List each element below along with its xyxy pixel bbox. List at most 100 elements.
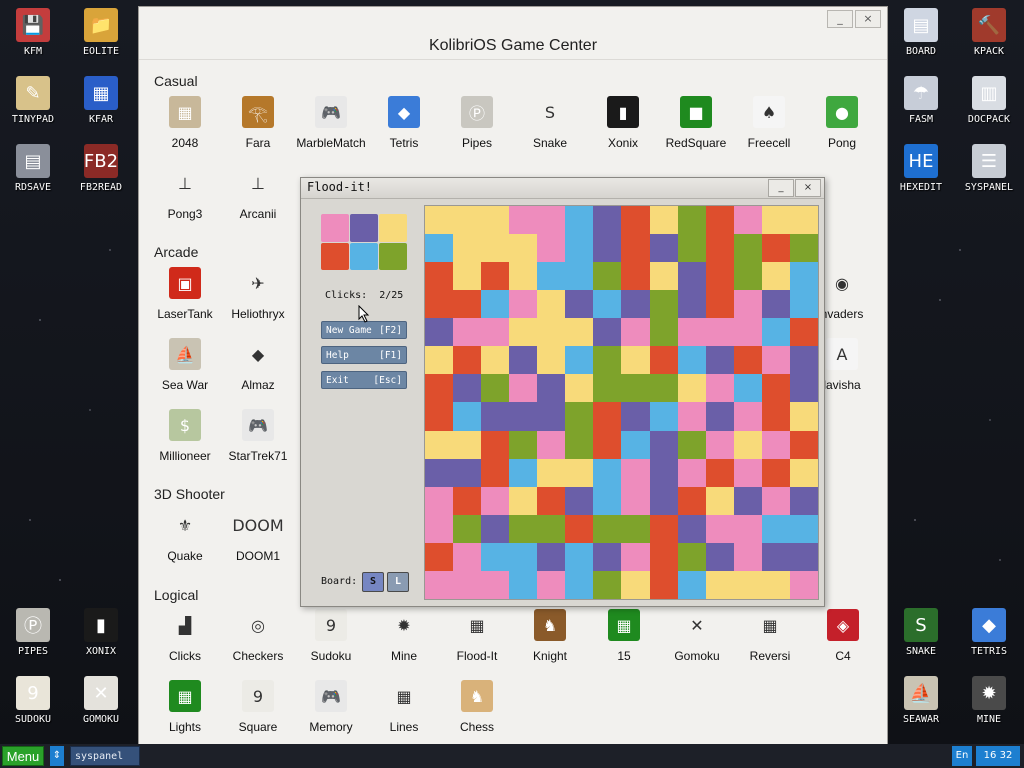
app-quake[interactable]: ⚜ Quake — [146, 509, 224, 563]
app-square[interactable]: 9 Square — [219, 680, 297, 734]
board-cell[interactable] — [509, 542, 538, 571]
desktop-icon-pipes[interactable]: Ⓟ PIPES — [3, 608, 63, 670]
app-snake[interactable]: S Snake — [511, 96, 589, 150]
board-cell[interactable] — [733, 346, 762, 375]
board-cell[interactable] — [621, 290, 650, 319]
board-cell[interactable] — [537, 458, 566, 487]
board-cell[interactable] — [761, 262, 790, 291]
language-indicator[interactable]: En — [952, 746, 972, 766]
board-cell[interactable] — [705, 234, 734, 263]
app-memory[interactable]: 🎮 Memory — [292, 680, 370, 734]
board-cell[interactable] — [677, 458, 706, 487]
board-cell[interactable] — [761, 374, 790, 403]
desktop-icon-fb2read[interactable]: FB2 FB2READ — [71, 144, 131, 206]
board-cell[interactable] — [733, 542, 762, 571]
app-gomoku[interactable]: ✕ Gomoku — [658, 609, 736, 663]
board-cell[interactable] — [593, 318, 622, 347]
board-cell[interactable] — [621, 374, 650, 403]
board-cell[interactable] — [789, 234, 818, 263]
app-millioneer[interactable]: $ Millioneer — [146, 409, 224, 463]
board-cell[interactable] — [677, 430, 706, 459]
board-cell[interactable] — [481, 234, 510, 263]
board-cell[interactable] — [509, 570, 538, 599]
board-cell[interactable] — [621, 514, 650, 543]
switch-windows-icon[interactable]: ⇕ — [50, 746, 64, 766]
board-cell[interactable] — [705, 346, 734, 375]
board-cell[interactable] — [705, 430, 734, 459]
palette-color-3[interactable] — [321, 242, 349, 270]
palette-color-0[interactable] — [321, 214, 349, 242]
board-cell[interactable] — [425, 234, 454, 263]
board-cell[interactable] — [789, 374, 818, 403]
board-cell[interactable] — [621, 486, 650, 515]
board-size-large-button[interactable]: L — [387, 572, 409, 592]
app-chess[interactable]: ♞ Chess — [438, 680, 516, 734]
board-cell[interactable] — [649, 402, 678, 431]
desktop-icon-kfar[interactable]: ▦ KFAR — [71, 76, 131, 138]
board-cell[interactable] — [453, 318, 482, 347]
board-cell[interactable] — [733, 486, 762, 515]
board-cell[interactable] — [621, 206, 650, 235]
board-cell[interactable] — [537, 290, 566, 319]
board-cell[interactable] — [621, 458, 650, 487]
board-cell[interactable] — [733, 318, 762, 347]
board-cell[interactable] — [481, 430, 510, 459]
app-pong[interactable]: ● Pong — [803, 96, 881, 150]
board-cell[interactable] — [481, 542, 510, 571]
app-redsquare[interactable]: ■ RedSquare — [657, 96, 735, 150]
board-cell[interactable] — [677, 486, 706, 515]
board-cell[interactable] — [761, 234, 790, 263]
board-cell[interactable] — [537, 206, 566, 235]
board-cell[interactable] — [425, 318, 454, 347]
board-cell[interactable] — [677, 290, 706, 319]
app-startrek71[interactable]: 🎮 StarTrek71 — [219, 409, 297, 463]
board-cell[interactable] — [677, 402, 706, 431]
board-cell[interactable] — [425, 486, 454, 515]
board-cell[interactable] — [649, 570, 678, 599]
board-cell[interactable] — [593, 346, 622, 375]
app-sea-war[interactable]: ⛵ Sea War — [146, 338, 224, 392]
board-cell[interactable] — [565, 486, 594, 515]
game-center-titlebar[interactable]: _ × KolibriOS Game Center — [139, 7, 887, 60]
desktop-icon-docpack[interactable]: ▥ DOCPACK — [959, 76, 1019, 138]
board-cell[interactable] — [593, 290, 622, 319]
board-cell[interactable] — [453, 262, 482, 291]
board-cell[interactable] — [621, 318, 650, 347]
board-cell[interactable] — [789, 542, 818, 571]
app-arcanii[interactable]: ⊥ Arcanii — [219, 167, 297, 221]
board-cell[interactable] — [649, 374, 678, 403]
board-cell[interactable] — [705, 262, 734, 291]
board-cell[interactable] — [509, 290, 538, 319]
board-cell[interactable] — [509, 458, 538, 487]
board-cell[interactable] — [761, 402, 790, 431]
board-cell[interactable] — [649, 346, 678, 375]
desktop-icon-board[interactable]: ▤ BOARD — [891, 8, 951, 70]
board-cell[interactable] — [425, 346, 454, 375]
app-flood-it[interactable]: ▦ Flood-It — [438, 609, 516, 663]
board-cell[interactable] — [481, 402, 510, 431]
board-cell[interactable] — [425, 542, 454, 571]
board-cell[interactable] — [453, 234, 482, 263]
board-cell[interactable] — [425, 402, 454, 431]
close-button[interactable]: × — [855, 10, 881, 28]
app-lines[interactable]: ▦ Lines — [365, 680, 443, 734]
board-cell[interactable] — [789, 290, 818, 319]
board-cell[interactable] — [509, 234, 538, 263]
board-cell[interactable] — [733, 458, 762, 487]
board-cell[interactable] — [593, 430, 622, 459]
board-cell[interactable] — [481, 262, 510, 291]
board-cell[interactable] — [481, 458, 510, 487]
board-cell[interactable] — [649, 262, 678, 291]
board-cell[interactable] — [761, 486, 790, 515]
board-cell[interactable] — [705, 374, 734, 403]
board-cell[interactable] — [649, 542, 678, 571]
desktop-icon-seawar[interactable]: ⛵ SEAWAR — [891, 676, 951, 738]
board-cell[interactable] — [733, 374, 762, 403]
board-cell[interactable] — [537, 542, 566, 571]
board-cell[interactable] — [481, 346, 510, 375]
board-cell[interactable] — [649, 430, 678, 459]
desktop-icon-tetris[interactable]: ◆ TETRIS — [959, 608, 1019, 670]
app-reversi[interactable]: ▦ Reversi — [731, 609, 809, 663]
board-cell[interactable] — [789, 346, 818, 375]
board-cell[interactable] — [733, 290, 762, 319]
